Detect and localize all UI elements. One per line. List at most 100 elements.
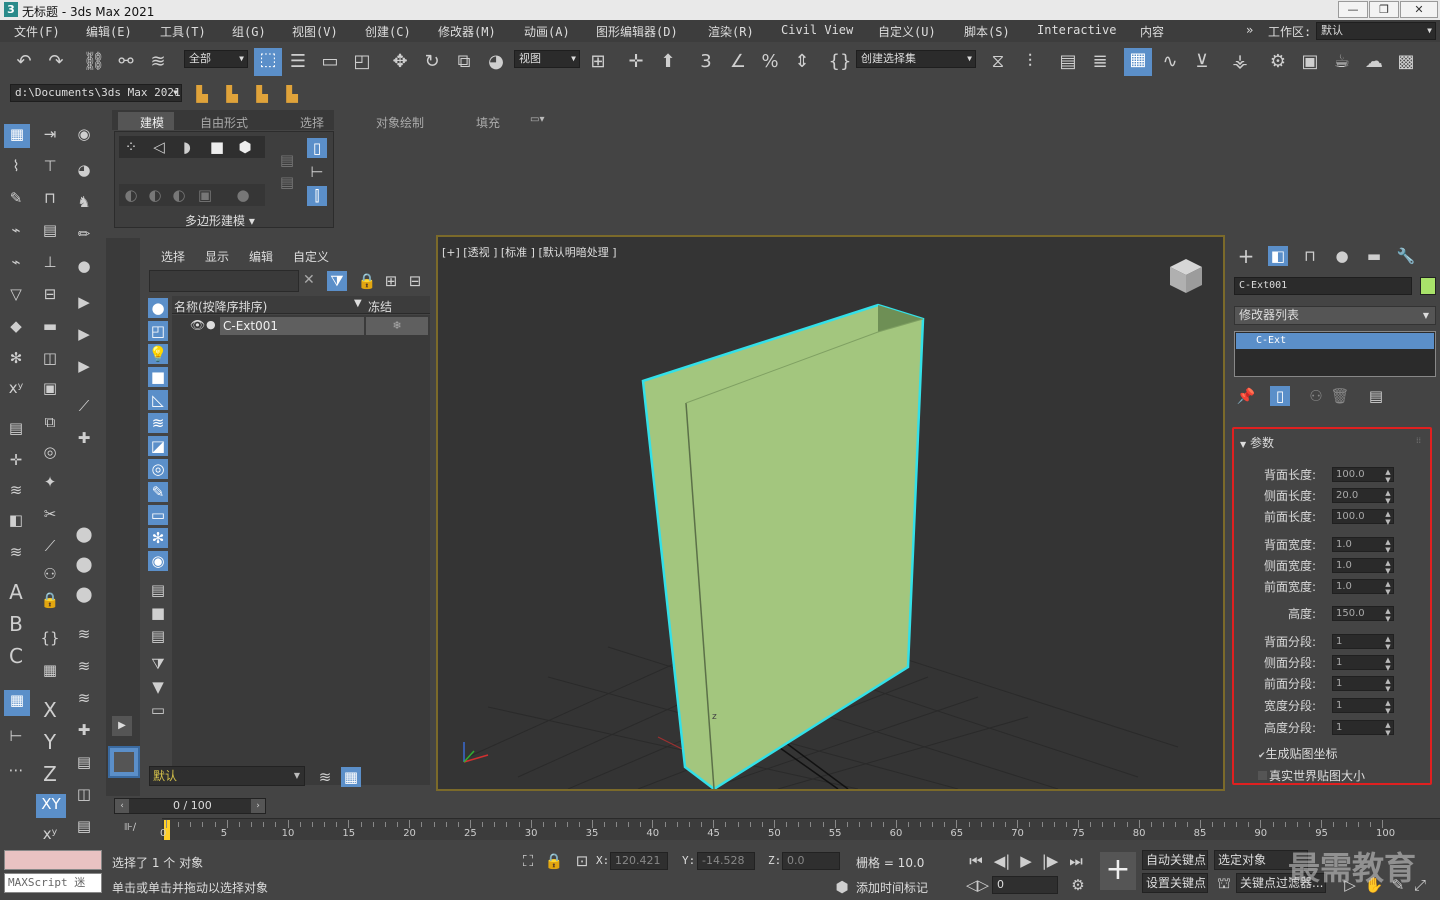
add-icon[interactable]: ✚ — [74, 428, 94, 448]
spinner-arrows-icon[interactable]: ▲▼ — [1384, 635, 1392, 651]
spinner-arrows-icon[interactable]: ▲▼ — [1384, 538, 1392, 554]
container-filter-icon[interactable]: ▭ — [148, 505, 168, 525]
menu-tools[interactable]: 工具(T) — [160, 23, 206, 40]
z-coordinate-input[interactable]: 0.0 — [782, 852, 840, 870]
display-none-icon[interactable]: ■ — [148, 603, 168, 623]
xref-filter-icon[interactable]: ◎ — [148, 459, 168, 479]
shape-icon[interactable]: ◕ — [74, 160, 94, 180]
menu-file[interactable]: 文件(F) — [14, 23, 60, 40]
hidden-filter-icon[interactable]: ◉ — [148, 551, 168, 571]
project-open-icon[interactable]: ▙ — [222, 84, 242, 104]
xyz-icon[interactable]: xʸ — [6, 378, 26, 398]
tool-icon-30[interactable]: ▤ — [74, 816, 94, 836]
ribbon-tab-object-paint[interactable]: 对象绘制 — [376, 114, 424, 131]
stack-icon-4[interactable]: ≋ — [74, 688, 94, 708]
rectangular-selection-icon[interactable]: ▭ — [318, 50, 342, 74]
unlink-icon[interactable]: ⚯ — [114, 50, 138, 74]
camera-filter-icon[interactable]: ■ — [148, 367, 168, 387]
tool-icon-17[interactable]: ⟋ — [74, 396, 94, 416]
scene-object-name[interactable]: C-Ext001 — [220, 317, 364, 335]
vertex-icon[interactable]: ⁘ — [121, 137, 141, 157]
selection-lock-icon[interactable]: 🔒 — [544, 851, 564, 871]
column-name[interactable]: 名称(按降序排序) — [174, 298, 267, 315]
select-object-icon[interactable]: ⬚ — [254, 48, 282, 76]
project-path-dropdown[interactable]: d:\Documents\3ds Max 2021 ▼ — [10, 84, 182, 102]
grid-select-icon-2[interactable]: ▦ — [4, 690, 30, 716]
menu-group[interactable]: 组(G) — [232, 23, 266, 40]
param-spinner[interactable]: 1.0 ▲▼ — [1332, 558, 1394, 575]
menu-scripting[interactable]: 脚本(S) — [964, 23, 1010, 40]
motion-tab-icon[interactable]: ● — [1332, 246, 1352, 266]
pivot-center-icon[interactable]: ⊞ — [586, 50, 610, 74]
spinner-arrows-icon[interactable]: ▲▼ — [1384, 656, 1392, 672]
tool-icon-20[interactable]: ✛ — [6, 450, 26, 470]
key-filter-icon[interactable]: ⛫ — [1214, 873, 1234, 893]
spinner-arrows-icon[interactable]: ▲▼ — [1384, 721, 1392, 737]
ribbon-side-icon-3[interactable]: ⫿ — [307, 186, 327, 206]
move-icon[interactable]: ✥ — [388, 50, 412, 74]
param-spinner[interactable]: 100.0 ▲▼ — [1332, 467, 1394, 484]
tool-icon-22[interactable]: ◧ — [6, 510, 26, 530]
rendered-frame-icon[interactable]: ▣ — [1298, 50, 1322, 74]
keyboard-shortcut-icon[interactable]: ⬆ — [656, 50, 680, 74]
tool-icon-12[interactable]: ▬ — [40, 316, 60, 336]
link-icon[interactable]: ⛓ — [82, 50, 106, 74]
tool-icon-7[interactable]: ⊥ — [40, 252, 60, 272]
sort-arrow-icon[interactable]: ▼ — [354, 298, 362, 309]
display-tab-icon[interactable]: ▬ — [1364, 246, 1384, 266]
go-to-start-icon[interactable]: ⏮ — [966, 851, 986, 871]
param-spinner[interactable]: 1.0 ▲▼ — [1332, 537, 1394, 554]
time-tag-icon[interactable]: ⬢ — [832, 877, 852, 897]
tool-icon-19[interactable]: ⧉ — [40, 412, 60, 432]
c-ext-object[interactable] — [641, 303, 925, 789]
spinner-arrows-icon[interactable]: ▲▼ — [1384, 510, 1392, 526]
frozen-filter-icon[interactable]: ✻ — [148, 528, 168, 548]
helper-filter-icon[interactable]: ◺ — [148, 390, 168, 410]
tool-icon-4[interactable]: ⌁ — [6, 220, 26, 240]
go-to-end-icon[interactable]: ⏭ — [1066, 851, 1086, 871]
schematic-view-icon[interactable]: ⚶ — [1228, 50, 1252, 74]
circle-icon[interactable]: ⬤ — [74, 524, 94, 544]
letter-c-icon[interactable]: C — [6, 646, 26, 666]
paint-select-icon[interactable]: ✎ — [6, 188, 26, 208]
spinner-arrows-icon[interactable]: ▲▼ — [1384, 699, 1392, 715]
light-filter-icon[interactable]: 💡 — [148, 344, 168, 364]
param-spinner[interactable]: 1 ▲▼ — [1332, 634, 1394, 651]
real-world-checkbox[interactable]: 真实世界贴图大小 — [1258, 767, 1365, 784]
column-freeze[interactable]: 冻结 — [368, 298, 392, 315]
border-icon[interactable]: ◗ — [177, 137, 197, 157]
select-manipulate-icon[interactable]: ✛ — [624, 50, 648, 74]
object-color-swatch[interactable] — [1420, 277, 1436, 295]
display-all-icon[interactable]: ▤ — [148, 580, 168, 600]
param-spinner[interactable]: 1 ▲▼ — [1332, 720, 1394, 737]
tool-icon-13[interactable]: ▶ — [74, 324, 94, 344]
scene-menu-customize[interactable]: 自定义 — [293, 248, 329, 265]
object-name-input[interactable]: C-Ext001 — [1234, 277, 1412, 295]
tool-icon-10[interactable]: ▶ — [74, 292, 94, 312]
xyz-icon-2[interactable]: xʸ — [40, 824, 60, 844]
scene-menu-edit[interactable]: 编辑 — [249, 248, 273, 265]
curve-editor-icon[interactable]: ∿ — [1158, 50, 1182, 74]
param-spinner[interactable]: 1.0 ▲▼ — [1332, 579, 1394, 596]
percent-snap-icon[interactable]: % — [758, 50, 782, 74]
tool-icon-21[interactable]: ◎ — [40, 442, 60, 462]
tool-icon-9[interactable]: ⊟ — [40, 284, 60, 304]
menu-content[interactable]: 内容 — [1140, 23, 1164, 40]
scene-search-input[interactable] — [149, 270, 299, 292]
stack-icon-3[interactable]: ≋ — [74, 656, 94, 676]
snaps-toggle-icon[interactable]: 3 — [694, 50, 718, 74]
isolate-selection-icon[interactable]: ⛶ — [518, 851, 538, 871]
polygon-icon[interactable]: ■ — [207, 137, 227, 157]
star-icon[interactable]: ✦ — [40, 472, 60, 492]
tool-icon-28[interactable]: ▤ — [74, 752, 94, 772]
time-config-icon[interactable]: ⚙ — [1068, 875, 1088, 895]
layer-manager-icon[interactable]: ▦ — [341, 767, 361, 787]
scene-menu-display[interactable]: 显示 — [205, 248, 229, 265]
layers-icon[interactable]: ≋ — [6, 480, 26, 500]
x-coordinate-input[interactable]: 120.421 — [610, 852, 668, 870]
tool-icon-27[interactable]: ✚ — [74, 720, 94, 740]
close-button[interactable]: ✕ — [1400, 1, 1438, 18]
render-icon[interactable]: ☕ — [1330, 50, 1354, 74]
bone-filter-icon[interactable]: ✎ — [148, 482, 168, 502]
tool-icon-29[interactable]: ◫ — [74, 784, 94, 804]
